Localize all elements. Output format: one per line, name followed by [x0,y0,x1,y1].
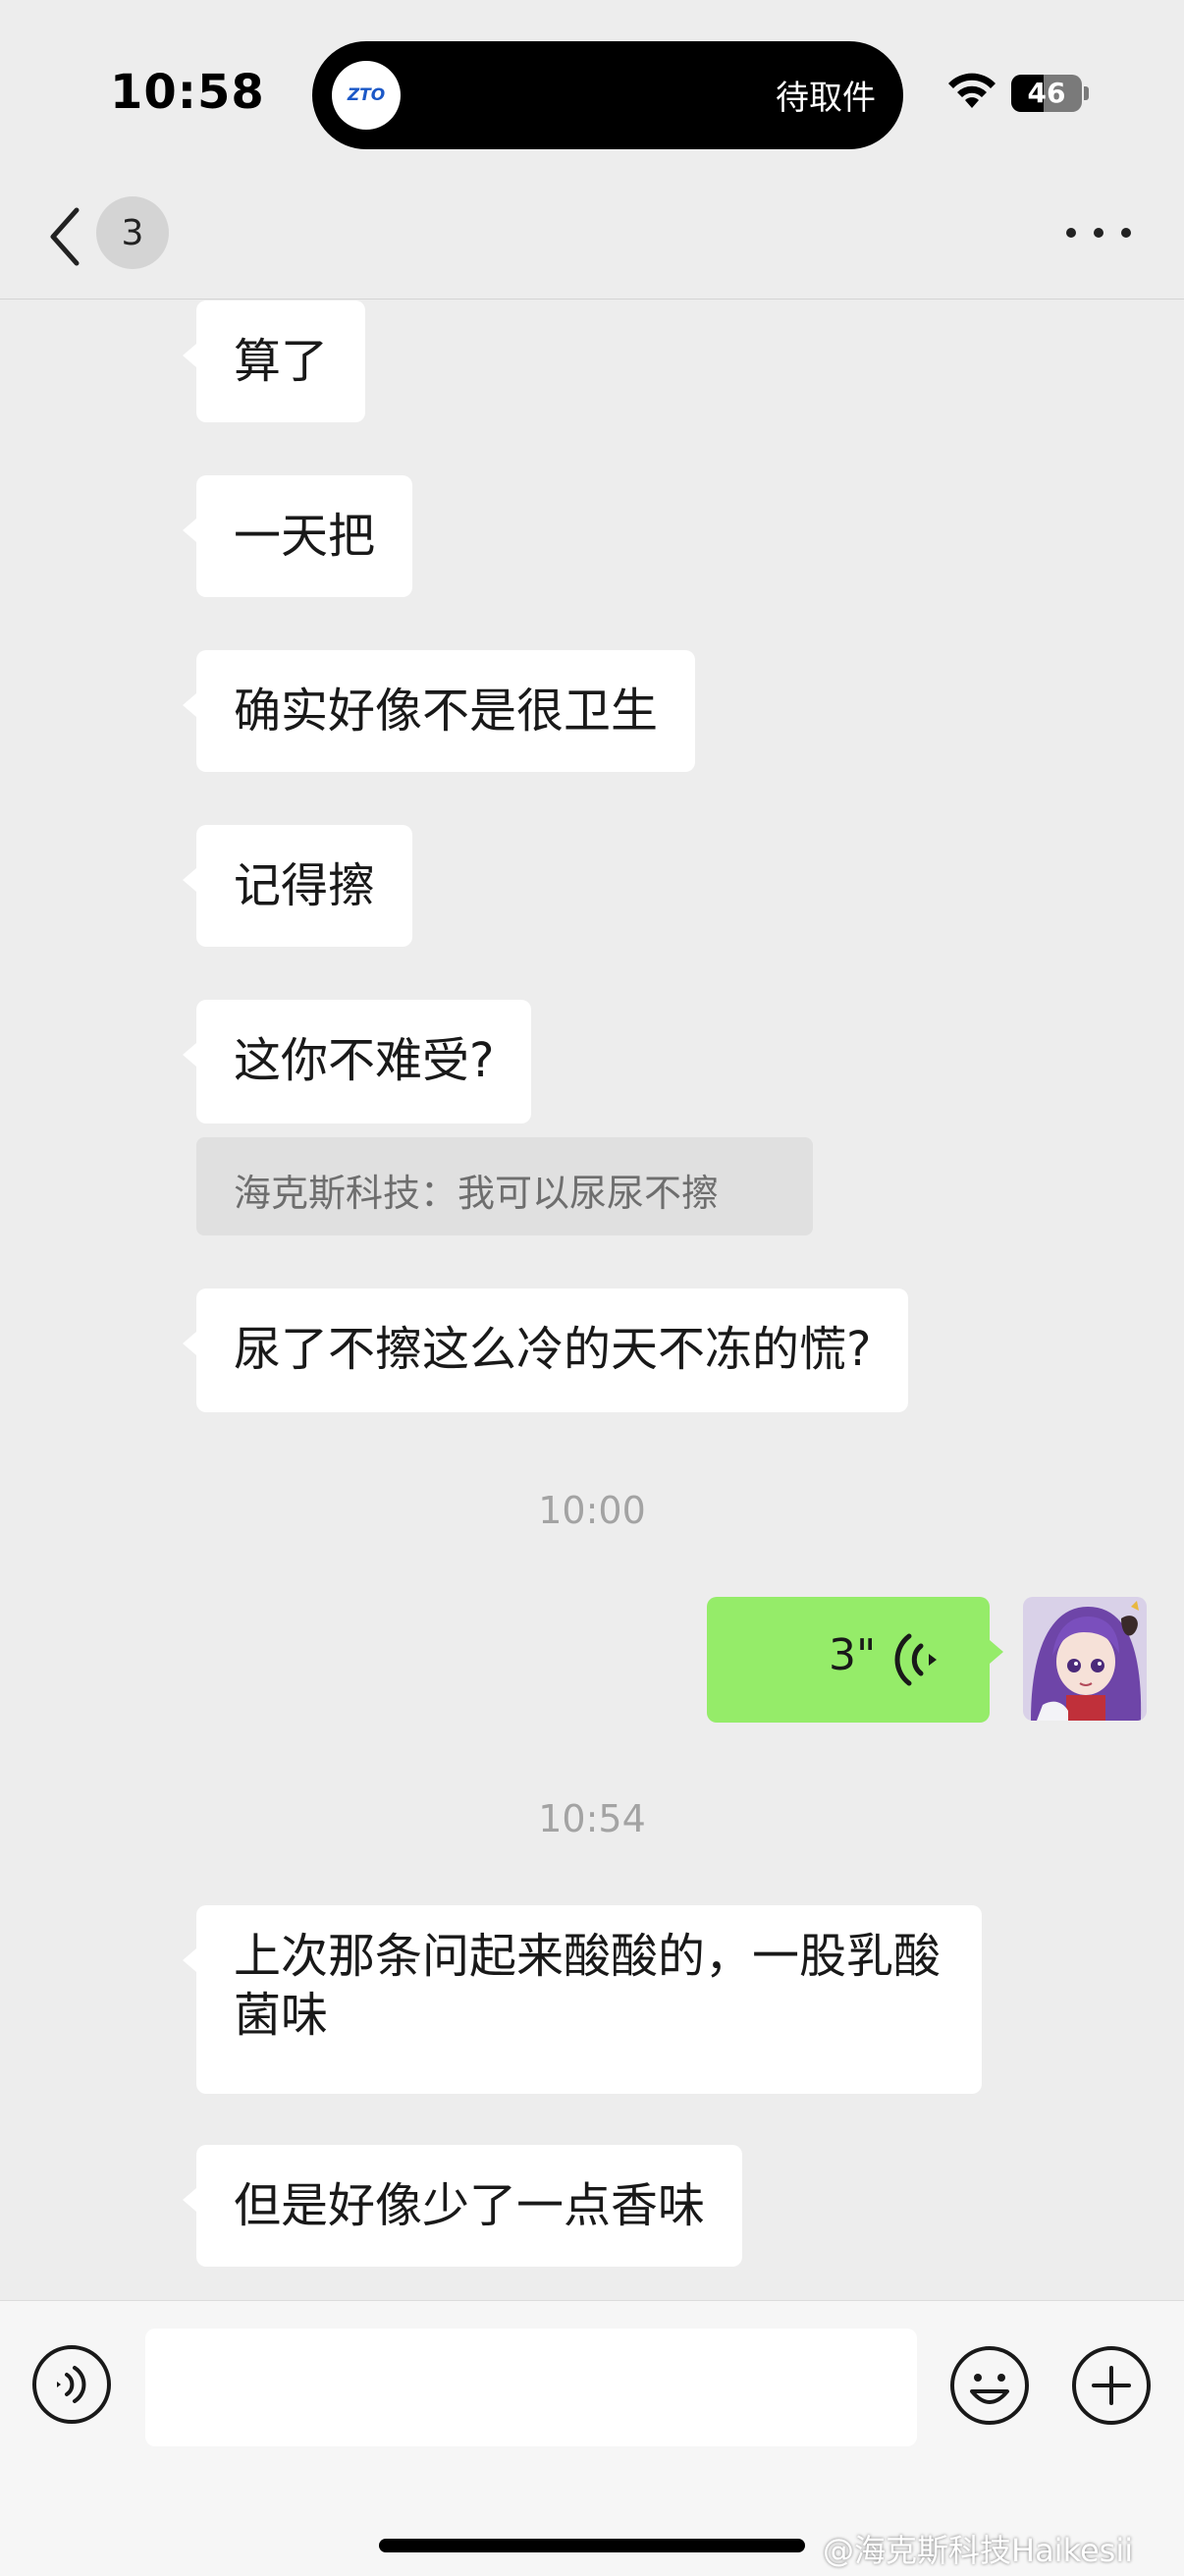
unread-count-badge[interactable]: 3 [96,196,169,269]
wifi-icon [948,73,996,108]
message-bubble[interactable]: 上次那条问起来酸酸的，一股乳酸菌味 [183,1905,982,2094]
status-bar: 10:58 ZTO 待取件 46 [0,0,1184,177]
more-options-icon[interactable] [1064,226,1133,242]
timestamp-divider: 10:00 [538,1489,646,1532]
voice-input-icon[interactable] [31,2344,112,2425]
battery-level: 46 [1027,77,1066,109]
back-chevron-icon[interactable] [43,202,86,271]
message-bubble[interactable]: 但是好像少了一点香味 [182,2145,743,2267]
quoted-message[interactable]: 海克斯科技：我可以尿尿不擦 [196,1137,813,1235]
message-bubble[interactable]: 算了 [182,301,366,422]
avatar-illustration [1023,1597,1147,1721]
message-bubble[interactable]: 确实好像不是很卫生 [182,650,696,772]
battery-icon: 46 [1011,75,1082,112]
zto-logo-icon: ZTO [332,61,401,130]
message-bubble[interactable]: 尿了不擦这么冷的天不冻的慌? [182,1288,909,1412]
timestamp-divider: 10:54 [538,1797,646,1840]
emoji-icon[interactable] [948,2344,1031,2427]
watermark: @海克斯科技Haikesii [823,2532,1134,2569]
chat-nav-bar [0,177,1184,300]
dynamic-island[interactable]: ZTO 待取件 [312,41,903,149]
message-input[interactable] [145,2329,917,2446]
home-indicator[interactable] [379,2539,805,2552]
message-bubble[interactable]: 一天把 [182,475,413,597]
status-time: 10:58 [110,65,265,120]
battery-tip [1084,86,1089,100]
voice-wave-icon [894,1633,937,1686]
voice-message-bubble[interactable]: 3" [707,1597,1003,1723]
voice-duration: 3" [829,1630,877,1680]
message-bubble[interactable]: 这你不难受? [182,1000,532,1124]
user-avatar[interactable] [1023,1597,1147,1721]
island-status-label: 待取件 [776,79,876,118]
add-icon[interactable] [1070,2344,1153,2427]
message-bubble[interactable]: 记得擦 [182,825,413,947]
